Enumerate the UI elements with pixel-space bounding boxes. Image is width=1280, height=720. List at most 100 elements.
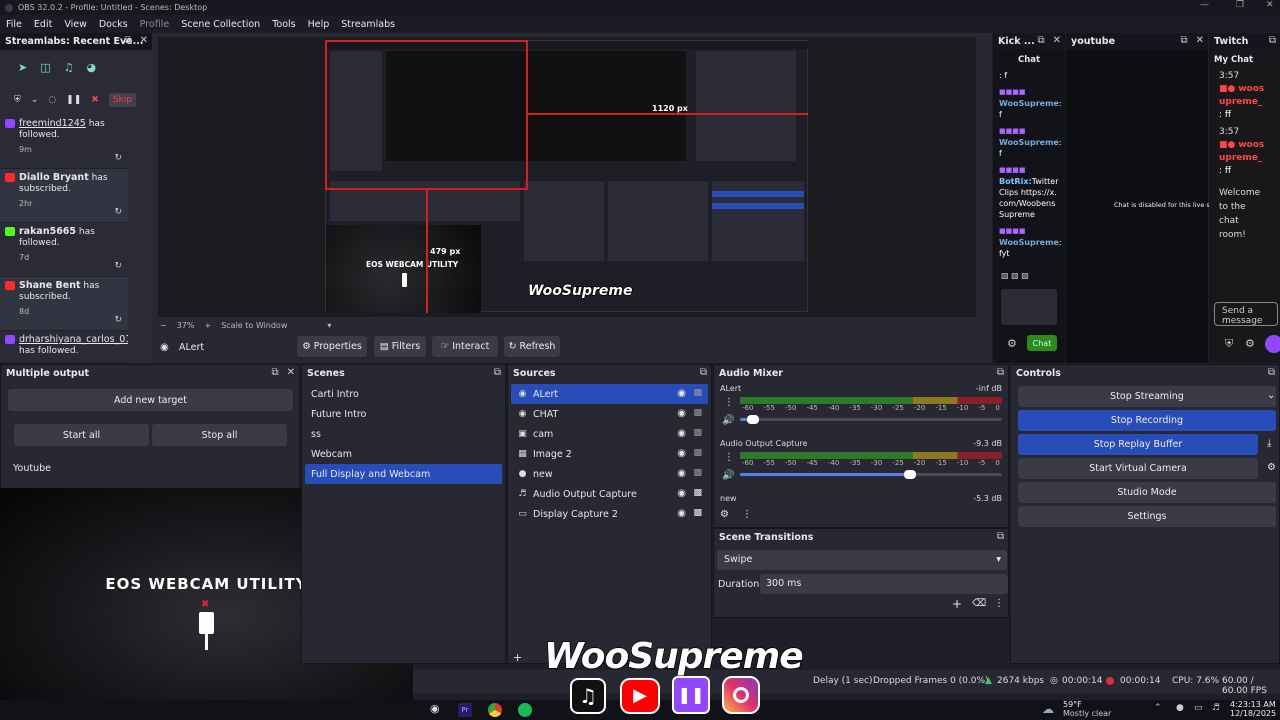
lock-icon[interactable]: ▩	[693, 488, 702, 498]
close-icon[interactable]: ✕	[287, 367, 295, 378]
eye-off-icon[interactable]: ◌	[48, 95, 56, 105]
start-all-button[interactable]: Start all	[14, 424, 149, 446]
store-icon[interactable]: ◫	[40, 61, 50, 74]
channel-menu-icon[interactable]: ⋮	[724, 397, 734, 408]
float-icon[interactable]: ⧉	[1037, 35, 1044, 46]
scale-dropdown-icon[interactable]: ▾	[327, 321, 331, 330]
twitch-chat-button[interactable]	[1265, 335, 1280, 353]
menu-item-profile[interactable]: Profile	[140, 19, 170, 30]
duration-input[interactable]: 300 ms	[760, 574, 1008, 594]
spotify-icon[interactable]	[518, 703, 532, 717]
event-item[interactable]: Diallo Bryant has subscribed. 2hr ↻	[0, 169, 128, 223]
unlock-icon[interactable]: ▩	[693, 428, 702, 438]
scene-item[interactable]: Webcam	[305, 444, 502, 464]
float-icon[interactable]: ⧉	[997, 531, 1004, 542]
shield-icon[interactable]: ⛨	[14, 95, 21, 105]
pause-icon[interactable]: ❚❚	[66, 95, 81, 105]
refresh-button[interactable]: ↻ Refresh	[504, 336, 560, 357]
float-icon[interactable]: ⧉	[1268, 367, 1275, 378]
replay-icon[interactable]: ↻	[114, 207, 122, 218]
maximize-icon[interactable]: ❐	[1236, 0, 1244, 10]
transition-menu-icon[interactable]: ⋮	[994, 598, 1004, 609]
mic-tray-icon[interactable]: ●	[1176, 703, 1184, 713]
float-icon[interactable]: ⧉	[124, 35, 131, 46]
add-transition-icon[interactable]: +	[952, 597, 962, 611]
properties-button[interactable]: ⚙ Properties	[297, 336, 367, 357]
float-icon[interactable]: ⧉	[494, 367, 501, 378]
visibility-eye-icon[interactable]: ◉	[677, 408, 686, 419]
lock-icon[interactable]: ▩	[693, 508, 702, 518]
interact-button[interactable]: ☞ Interact	[432, 336, 498, 357]
channel-menu-icon[interactable]: ⋮	[724, 452, 734, 463]
float-icon[interactable]: ⧉	[700, 367, 707, 378]
zoom-in-icon[interactable]: +	[204, 321, 211, 330]
source-item[interactable]: ◉ CHAT ◉ ▩	[511, 404, 708, 424]
menu-item-tools[interactable]: Tools	[272, 19, 295, 30]
app-icon[interactable]: ◉	[430, 702, 440, 715]
event-item[interactable]: rakan5665 has followed. 7d ↻	[0, 223, 128, 277]
mixer-menu-icon[interactable]: ⋮	[742, 509, 752, 520]
save-replay-icon[interactable]: ⤓	[1267, 438, 1271, 449]
control-settings-button[interactable]: Settings	[1018, 506, 1276, 527]
replay-icon[interactable]: ↻	[114, 153, 122, 164]
gear-icon[interactable]: ⚙	[1245, 337, 1255, 350]
float-icon[interactable]: ⧉	[1269, 35, 1276, 46]
control-stop-replay-buffer-button[interactable]: Stop Replay Buffer	[1018, 434, 1258, 455]
close-icon[interactable]: ✕	[1266, 0, 1274, 10]
close-icon[interactable]: ✕	[1053, 35, 1061, 46]
volume-tray-icon[interactable]: ♬	[1212, 703, 1220, 713]
monitor-tray-icon[interactable]: ▭	[1194, 703, 1203, 713]
volume-slider[interactable]	[740, 470, 1002, 479]
menu-item-edit[interactable]: Edit	[34, 19, 52, 30]
advanced-audio-icon[interactable]: ⚙	[720, 509, 729, 520]
stop-all-button[interactable]: Stop all	[152, 424, 287, 446]
unlock-icon[interactable]: ▩	[693, 468, 702, 478]
send-icon[interactable]: ➤	[18, 61, 27, 74]
mute-icon[interactable]: ✖	[91, 95, 99, 105]
dropdown-arrow-icon[interactable]: ⌄	[1267, 390, 1275, 401]
kick-chat-input[interactable]	[1001, 289, 1057, 325]
chat-username[interactable]: WooSupreme	[999, 238, 1059, 247]
chat-username[interactable]: WooSupreme	[999, 99, 1059, 108]
menu-item-file[interactable]: File	[6, 19, 22, 30]
filters-button[interactable]: ▤ Filters	[374, 336, 426, 357]
float-icon[interactable]: ⧉	[1180, 35, 1187, 46]
unlock-icon[interactable]: ▩	[693, 448, 702, 458]
float-icon[interactable]: ⧉	[997, 367, 1004, 378]
visibility-eye-icon[interactable]: ◉	[677, 448, 686, 459]
scene-item[interactable]: Carti Intro	[305, 384, 502, 404]
replay-icon[interactable]: ↻	[114, 261, 122, 272]
unlock-icon[interactable]: ▩	[693, 388, 702, 398]
kick-chat-button[interactable]: Chat	[1027, 335, 1057, 351]
tray-chevron-icon[interactable]: ⌃	[1154, 703, 1162, 713]
event-username[interactable]: rakan5665	[19, 226, 76, 237]
scene-item[interactable]: ss	[305, 424, 502, 444]
event-item[interactable]: drharshiyana_carlos_01 has followed.	[0, 331, 128, 363]
menu-item-scene-collection[interactable]: Scene Collection	[181, 19, 260, 30]
scene-item[interactable]: Future Intro	[305, 404, 502, 424]
add-new-target-button[interactable]: Add new target	[8, 389, 293, 411]
event-item[interactable]: Shane Bent has subscribed. 8d ↻	[0, 277, 128, 331]
moderator-shield-icon[interactable]: ⛨	[1225, 337, 1233, 351]
close-icon[interactable]: ✕	[1196, 35, 1204, 46]
control-stop-recording-button[interactable]: Stop Recording	[1018, 410, 1276, 431]
scene-item[interactable]: Full Display and Webcam	[305, 464, 502, 484]
chrome-icon[interactable]	[488, 703, 502, 717]
event-username[interactable]: freemind1245	[19, 118, 86, 129]
source-item[interactable]: ▦ Image 2 ◉ ▩	[511, 444, 708, 464]
chat-username[interactable]: WooSupreme	[999, 138, 1059, 147]
trash-icon[interactable]: ⌫	[972, 598, 986, 609]
unlock-icon[interactable]: ▩	[693, 408, 702, 418]
visibility-eye-icon[interactable]: ◉	[677, 488, 686, 499]
source-item[interactable]: ◉ ALert ◉ ▩	[511, 384, 708, 404]
preview-area[interactable]: EOS WEBCAM UTILITY 1120 px 479 px WooSup…	[152, 33, 992, 333]
virtual-camera-settings-icon[interactable]: ⚙	[1267, 462, 1276, 473]
close-icon[interactable]: ✕	[140, 35, 148, 46]
gamepad-icon[interactable]: ◕	[87, 61, 97, 74]
control-studio-mode-button[interactable]: Studio Mode	[1018, 482, 1276, 503]
source-item[interactable]: ▭ Display Capture 2 ◉ ▩	[511, 504, 708, 524]
visibility-eye-icon[interactable]: ◉	[677, 388, 686, 399]
control-stop-streaming-button[interactable]: Stop Streaming	[1018, 386, 1276, 407]
source-item[interactable]: ♬ Audio Output Capture ◉ ▩	[511, 484, 708, 504]
minimize-icon[interactable]: —	[1200, 0, 1209, 10]
